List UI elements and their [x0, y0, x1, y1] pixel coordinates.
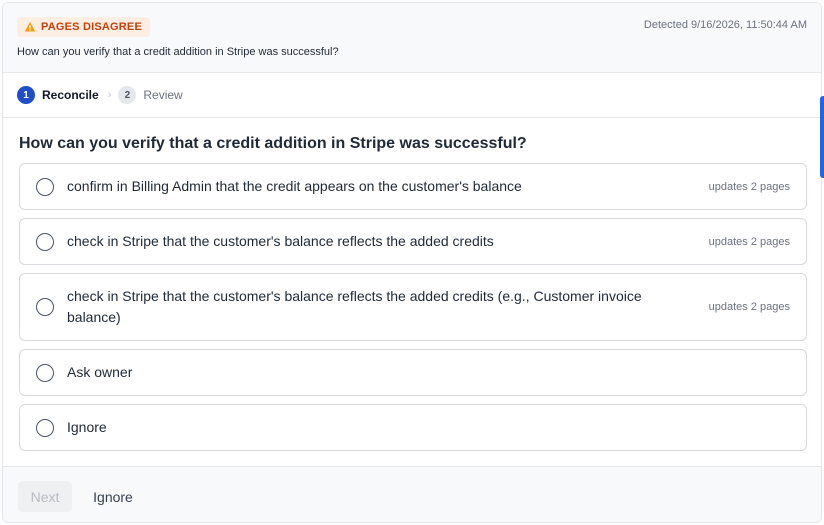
reconcile-card: PAGES DISAGREE Detected 9/16/2026, 11:50… — [2, 2, 822, 523]
radio-button[interactable] — [36, 418, 54, 437]
header-question: How can you verify that a credit additio… — [17, 46, 339, 58]
option-ask-owner[interactable]: Ask owner — [19, 349, 807, 396]
radio-button[interactable] — [36, 232, 54, 251]
card-footer: Next Ignore — [3, 466, 821, 522]
step-1-number: 1 — [17, 86, 35, 104]
stepper: 1 Reconcile › 2 Review — [3, 73, 821, 118]
chevron-right-icon: › — [107, 89, 112, 101]
option-label: check in Stripe that the customer's bala… — [67, 288, 642, 325]
option-billing-admin[interactable]: confirm in Billing Admin that the credit… — [19, 163, 807, 210]
question-title: How can you verify that a credit additio… — [19, 135, 527, 152]
warning-icon — [24, 22, 36, 32]
status-badge: PAGES DISAGREE — [17, 17, 151, 37]
option-meta: updates 2 pages — [708, 180, 790, 193]
side-panel-tab[interactable] — [820, 96, 824, 178]
card-header: PAGES DISAGREE Detected 9/16/2026, 11:50… — [3, 3, 821, 73]
option-stripe-invoice-balance[interactable]: check in Stripe that the customer's bala… — [19, 273, 807, 341]
next-button[interactable]: Next — [18, 481, 72, 512]
option-label: check in Stripe that the customer's bala… — [67, 233, 494, 249]
badge-label: PAGES DISAGREE — [41, 21, 143, 33]
options-list: confirm in Billing Admin that the credit… — [19, 163, 807, 459]
step-1-label: Reconcile — [42, 88, 99, 102]
option-label: confirm in Billing Admin that the credit… — [67, 178, 522, 194]
option-label: Ask owner — [67, 364, 133, 380]
step-2-label: Review — [143, 88, 183, 102]
step-2-number: 2 — [118, 86, 137, 104]
option-ignore[interactable]: Ignore — [19, 404, 807, 451]
radio-button[interactable] — [36, 298, 54, 316]
radio-button[interactable] — [36, 363, 54, 382]
option-meta: updates 2 pages — [708, 301, 790, 313]
ignore-button[interactable]: Ignore — [84, 481, 142, 512]
option-stripe-balance[interactable]: check in Stripe that the customer's bala… — [19, 218, 807, 265]
radio-button[interactable] — [36, 177, 54, 196]
option-meta: updates 2 pages — [708, 235, 790, 248]
option-label: Ignore — [67, 419, 107, 435]
detected-timestamp: Detected 9/16/2026, 11:50:44 AM — [643, 19, 807, 31]
